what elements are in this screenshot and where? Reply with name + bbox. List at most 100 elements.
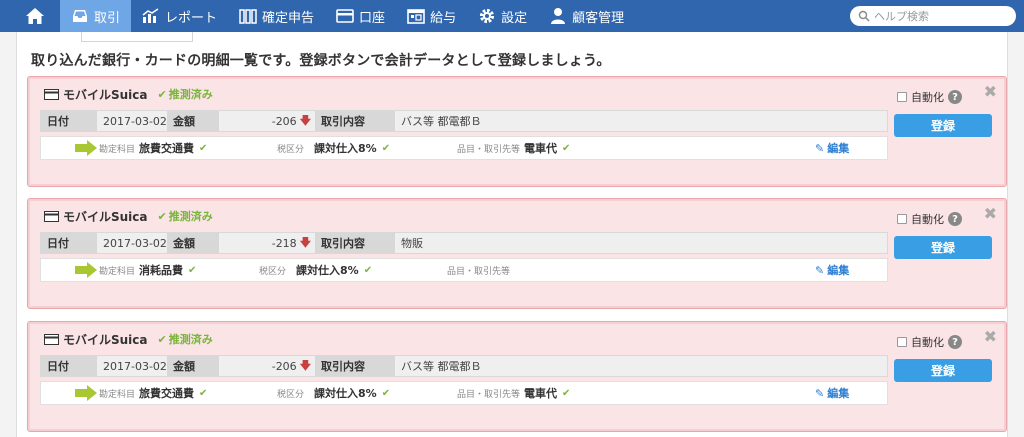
auto-label: 自動化 [911, 213, 944, 226]
gear-icon [478, 7, 496, 25]
partner-label: 品目・取引先等 [447, 266, 511, 277]
close-icon[interactable]: ✖ [984, 82, 997, 101]
partner-field[interactable]: 品目・取引先等 電車代 ✔ [457, 137, 570, 159]
sub-toolbar [16, 32, 1008, 44]
home-icon [24, 5, 46, 27]
partner-value: 電車代 [524, 387, 558, 400]
account-item-label: 勘定科目 [99, 266, 136, 277]
auto-label: 自動化 [911, 336, 944, 349]
amount-value: -218 🡇 [219, 233, 315, 253]
tax-class-value: 課対仕入8% [314, 387, 377, 400]
right-arrow-icon [75, 262, 97, 278]
account-item-field[interactable]: 勘定科目 旅費交通費 ✔ [99, 137, 207, 159]
account-item-label: 勘定科目 [99, 389, 136, 400]
sub-tab[interactable] [81, 32, 193, 42]
nav-label: 口座 [359, 10, 386, 26]
calendar-icon [407, 7, 425, 25]
search-placeholder: ヘルプ検索 [874, 10, 929, 23]
category-row: 勘定科目 消耗品費 ✔ 税区分 課対仕入8% ✔ 品目・取引先等 ✎ 編集 [40, 258, 888, 282]
nav-item-tax-return[interactable]: 確定申告 [228, 0, 325, 32]
register-button[interactable]: 登録 [894, 236, 992, 259]
account-name: モバイルSuica [63, 87, 148, 102]
nav-item-reports[interactable]: レポート [131, 0, 228, 32]
check-icon: ✔ [381, 387, 391, 399]
check-icon: ✔ [199, 142, 208, 154]
tax-class-label: 税区分 [277, 144, 305, 155]
tax-class-field[interactable]: 税区分 課対仕入8% ✔ [277, 382, 390, 404]
auto-toggle[interactable]: 自動化? [897, 211, 962, 227]
description-label: 取引内容 [315, 356, 395, 376]
nav-item-accounts[interactable]: 口座 [325, 0, 396, 32]
edit-label: 編集 [827, 264, 850, 277]
tax-class-value: 課対仕入8% [314, 142, 377, 155]
amount-number: -206 [271, 359, 297, 373]
auto-checkbox[interactable] [897, 214, 907, 224]
check-icon: ✔ [562, 142, 571, 154]
partner-field[interactable]: 品目・取引先等 電車代 ✔ [457, 382, 570, 404]
estimated-badge: ✔ 推測済み [158, 331, 213, 347]
register-button[interactable]: 登録 [894, 114, 992, 137]
date-label: 日付 [41, 233, 97, 253]
date-label: 日付 [41, 356, 97, 376]
close-icon[interactable]: ✖ [984, 327, 997, 346]
tax-class-field[interactable]: 税区分 課対仕入8% ✔ [259, 259, 372, 281]
amount-value: -206 🡇 [219, 111, 315, 131]
estimated-label: 推測済み [168, 333, 213, 346]
main-panel: 取り込んだ銀行・カードの明細一覧です。登録ボタンで会計データとして登録しましょう… [16, 44, 1008, 437]
nav-home[interactable] [0, 0, 60, 32]
transaction-row: 日付 2017-03-02 金額 -206 🡇 取引内容 バス等 都電都Ｂ [40, 355, 888, 377]
account-item-field[interactable]: 勘定科目 消耗品費 ✔ [99, 259, 196, 281]
card-title: モバイルSuica ✔ 推測済み [44, 86, 213, 102]
search-input[interactable]: ヘルプ検索 [850, 6, 1016, 26]
nav-item-settings[interactable]: 設定 [467, 0, 538, 32]
nav-item-payroll[interactable]: 給与 [396, 0, 467, 32]
nav-item-transactions[interactable]: 取引 [60, 0, 132, 32]
pencil-icon: ✎ [815, 263, 825, 277]
right-arrow-icon [75, 385, 97, 401]
amount-value: -206 🡇 [219, 356, 315, 376]
account-name: モバイルSuica [63, 209, 148, 224]
edit-link[interactable]: ✎ 編集 [815, 382, 849, 404]
help-icon[interactable]: ? [948, 90, 962, 104]
chart-icon [142, 7, 160, 25]
check-icon: ✔ [157, 332, 167, 346]
tax-class-value: 課対仕入8% [296, 264, 359, 277]
bank-card-icon [336, 7, 354, 25]
estimated-label: 推測済み [168, 88, 213, 101]
edit-link[interactable]: ✎ 編集 [815, 137, 849, 159]
account-item-field[interactable]: 勘定科目 旅費交通費 ✔ [99, 382, 207, 404]
edit-link[interactable]: ✎ 編集 [815, 259, 849, 281]
estimated-label: 推測済み [168, 210, 213, 223]
search-icon [858, 10, 870, 22]
partner-field[interactable]: 品目・取引先等 [447, 259, 514, 281]
check-icon: ✔ [188, 264, 197, 276]
credit-card-icon [44, 88, 59, 100]
amount-label: 金額 [167, 111, 219, 131]
transaction-row: 日付 2017-03-02 金額 -218 🡇 取引内容 物販 [40, 232, 888, 254]
nav-label: レポート [165, 10, 218, 26]
tax-class-field[interactable]: 税区分 課対仕入8% ✔ [277, 137, 390, 159]
help-icon[interactable]: ? [948, 335, 962, 349]
date-label: 日付 [41, 111, 97, 131]
card-title: モバイルSuica ✔ 推測済み [44, 208, 213, 224]
nav-item-customers[interactable]: 顧客管理 [538, 0, 635, 32]
register-button[interactable]: 登録 [894, 359, 992, 382]
amount-number: -206 [271, 114, 297, 128]
auto-checkbox[interactable] [897, 92, 907, 102]
transaction-row: 日付 2017-03-02 金額 -206 🡇 取引内容 バス等 都電都Ｂ [40, 110, 888, 132]
down-arrow-icon: 🡇 [299, 113, 311, 127]
help-icon[interactable]: ? [948, 212, 962, 226]
description-value: バス等 都電都Ｂ [401, 360, 482, 373]
transaction-card: モバイルSuica ✔ 推測済み 日付 2017-03-02 金額 -218 🡇 取… [27, 198, 1007, 309]
amount-number: -218 [271, 236, 297, 250]
nav-label: 取引 [94, 10, 121, 26]
auto-toggle[interactable]: 自動化? [897, 334, 962, 350]
close-icon[interactable]: ✖ [984, 204, 997, 223]
auto-toggle[interactable]: 自動化? [897, 89, 962, 105]
date-value: 2017-03-02 [103, 359, 167, 373]
check-icon: ✔ [381, 142, 391, 154]
auto-checkbox[interactable] [897, 337, 907, 347]
top-nav: 取引 レポート 確定申告 口座 給与 設定 顧客管理 ヘルプ検索 [0, 0, 1024, 32]
partner-value: 電車代 [524, 142, 558, 155]
person-icon [549, 7, 567, 25]
